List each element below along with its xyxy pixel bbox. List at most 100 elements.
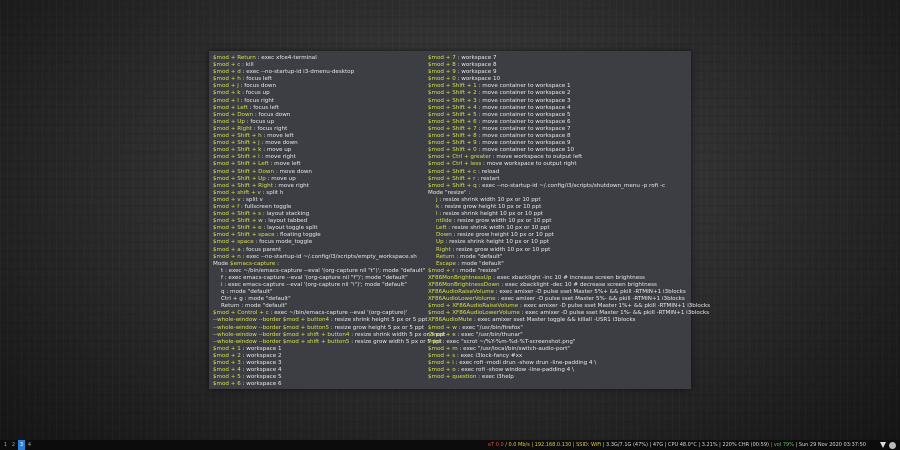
keybinding-line: $mod + 5 : workspace 5 [213, 374, 428, 381]
keybinding-command: : workspace 4 [240, 367, 282, 374]
keybinding-line: $mod + Shift + 5 : move container to wor… [428, 112, 690, 119]
keybinding-line: $mod + j : focus down [213, 83, 428, 90]
keybinding-line: $mod + Shift + Up : move up [213, 176, 428, 183]
keybinding-line: Mode "resize" : [428, 190, 690, 197]
keybinding-keys: $mod + Left [213, 104, 248, 111]
keybinding-line: --whole-window --border $mod + button5 :… [213, 325, 428, 332]
keybinding-command: : move right [259, 154, 296, 161]
keybinding-keys: $mod + XF86AudioRaiseVolume [428, 303, 519, 310]
keybinding-line: $mod + Shift + Down : move down [213, 169, 428, 176]
keybinding-command: : exec rofi -modi drun -show drun -line-… [453, 360, 597, 367]
keybinding-line: $mod + Shift + space : floating toggle [213, 232, 428, 239]
settings-icon[interactable] [889, 441, 896, 449]
keybinding-line: $mod + 8 : workspace 8 [428, 62, 690, 69]
keybinding-keys: Right [436, 246, 451, 253]
keybinding-command: : move workspace to output right [481, 161, 577, 168]
keybinding-command: : focus up [244, 118, 275, 125]
keybinding-command: : workspace 7 [455, 55, 497, 61]
keybinding-line: $mod + Shift + h : move left [213, 133, 428, 140]
keybinding-keys: $mod + space [213, 239, 254, 246]
keybinding-keys: $mod + Shift + Right [213, 182, 273, 189]
keybinding-command: : focus left [240, 76, 272, 83]
keybinding-keys: $mod + Shift + w [213, 218, 263, 225]
keybinding-command: : workspace 6 [240, 381, 282, 388]
keybinding-command: : layout stacking [261, 211, 310, 218]
keybinding-line: $mod + f : fullscreen toggle [213, 204, 428, 211]
keybinding-line: $mod + 4 : workspace 4 [213, 367, 428, 374]
keybinding-line: k : resize grow height 10 px or 10 ppt [428, 204, 690, 211]
keybinding-keys: --whole-window --border $mod + button4 [213, 317, 330, 324]
keybinding-line: $mod + r : mode "resize" [428, 268, 690, 275]
keybinding-command: : fullscreen toggle [239, 203, 292, 210]
keybinding-command: : exec --no-startup-id ~/.config/i3/scri… [476, 182, 666, 189]
keybinding-line: $mod + Right : focus right [213, 126, 428, 133]
keybinding-command: : move container to workspace 2 [476, 90, 571, 97]
keybinding-command: : resize shrink height 10 px or 10 ppt [437, 211, 543, 218]
keybinding-keys: $mod + v [213, 196, 241, 203]
keybinding-command: : move container to workspace 4 [476, 104, 571, 111]
keybinding-keys: --whole-window --border $mod + shift + b… [213, 331, 350, 338]
keybinding-line: ntilde : resize grow width 10 px or 10 p… [428, 218, 690, 225]
keybinding-line: Print : exec "scrot ~/%Y-%m-%d-%T-screen… [428, 339, 690, 346]
keybinding-command: : move container to workspace 5 [476, 111, 571, 118]
keybinding-keys: $mod + Shift + 1 [428, 83, 477, 90]
keybinding-line: --whole-window --border $mod + shift + b… [213, 339, 442, 346]
keybinding-line: $mod + i : exec rofi -modi drun -show dr… [428, 360, 690, 367]
keybinding-command: Mode [213, 260, 231, 267]
workspace-button-3[interactable]: 3 [18, 440, 25, 450]
keybinding-keys: $mod + m [428, 345, 458, 352]
keybinding-keys: $mod + e [428, 331, 456, 338]
keybinding-line: $mod + Shift + j : move down [213, 140, 428, 147]
keybinding-line: $mod + Shift + s : layout stacking [213, 211, 428, 218]
keybinding-line: $mod + Shift + 3 : move container to wor… [428, 98, 690, 105]
keybinding-command: : move container to workspace 10 [476, 147, 575, 154]
keybinding-command: Mode "resize" : [428, 189, 471, 196]
keybinding-keys: ntilde [436, 218, 452, 225]
keybinding-keys: $mod + Shift + s [213, 211, 262, 218]
keybinding-command: : move workspace to output left [490, 154, 583, 161]
keybinding-line: $mod + m : exec "/usr/local/bin/switch-a… [428, 346, 690, 353]
keybinding-line: $mod + Left : focus left [213, 105, 428, 112]
keybinding-line: $mod + d : exec --no-startup-id i3-dmenu… [213, 69, 428, 76]
keybinding-command: : split h [260, 189, 284, 196]
keybinding-line: --whole-window --border $mod + shift + b… [213, 331, 445, 339]
status-block: / 0.0 Mb/s | 192.168.0.130 | SSID: WiFi [503, 442, 602, 448]
keybinding-line: $mod + 0 : workspace 10 [428, 76, 690, 83]
keybinding-line: $mod + XF86AudioLowerVolume : exec amixe… [428, 310, 709, 317]
keybinding-keys: Return [436, 253, 455, 260]
keybinding-keys: $mod + Shift + Left [213, 161, 269, 168]
keybinding-line: $mod + o : exec rofi -show window -line-… [428, 367, 690, 374]
keybinding-command: : move right [272, 182, 309, 189]
keybinding-keys: $mod + Shift + q [428, 182, 477, 189]
network-icon[interactable] [880, 442, 886, 448]
workspace-button-4[interactable]: 4 [26, 440, 33, 450]
workspace-button-1[interactable]: 1 [2, 440, 9, 450]
keybinding-keys: $mod + Shift + 2 [428, 90, 477, 97]
keybinding-line: $mod + Ctrl + less : move workspace to o… [428, 161, 690, 168]
keybinding-line: $mod + shift + v : split h [213, 190, 428, 197]
system-tray [880, 441, 896, 449]
workspace-button-2[interactable]: 2 [10, 440, 17, 450]
keybinding-command: : exec xfce4-terminal [255, 55, 317, 61]
keybinding-command: : resize grow height 10 px or 10 ppt [439, 203, 542, 210]
keybinding-command: : kill [240, 62, 254, 69]
keybinding-command: : exec amixer -D pulse sset Master 5%- &… [495, 296, 685, 303]
keybinding-command: : floating toggle [274, 232, 321, 239]
keybinding-line: $mod + Control + c : exec ~/bin/emacs-ca… [213, 310, 428, 317]
keybinding-command: : exec rofi -show window -line-padding 4… [455, 367, 574, 374]
keybinding-command: i : exec emacs-capture --eval '(org-capt… [221, 282, 407, 288]
keybinding-command: : exec --no-startup-id i3-dmenu-desktop [240, 69, 355, 76]
keybinding-line: $mod + w : exec "/usr/bin/firefox" [428, 325, 690, 332]
keybinding-command: : move container to workspace 1 [476, 83, 571, 90]
keybinding-line: $mod + Shift + w : layout tabbed [213, 218, 428, 225]
keybinding-line: $mod + Shift + 7 : move container to wor… [428, 126, 690, 133]
keybinding-keys: $mod + 7 [428, 55, 456, 61]
keybinding-line: $mod + Shift + e : layout toggle split [213, 225, 428, 232]
keybinding-line: $mod + v : split v [213, 197, 428, 204]
keybinding-command: : focus right [238, 97, 275, 104]
keybinding-keys: $mod + 8 [428, 62, 456, 69]
keybinding-keys: $mod + 5 [213, 374, 241, 381]
keybinding-command: : workspace 2 [240, 352, 282, 359]
keybinding-line: $mod + e : exec "/usr/bin/thunar" [428, 332, 690, 339]
keybinding-keys: $mod + 0 [428, 76, 456, 83]
